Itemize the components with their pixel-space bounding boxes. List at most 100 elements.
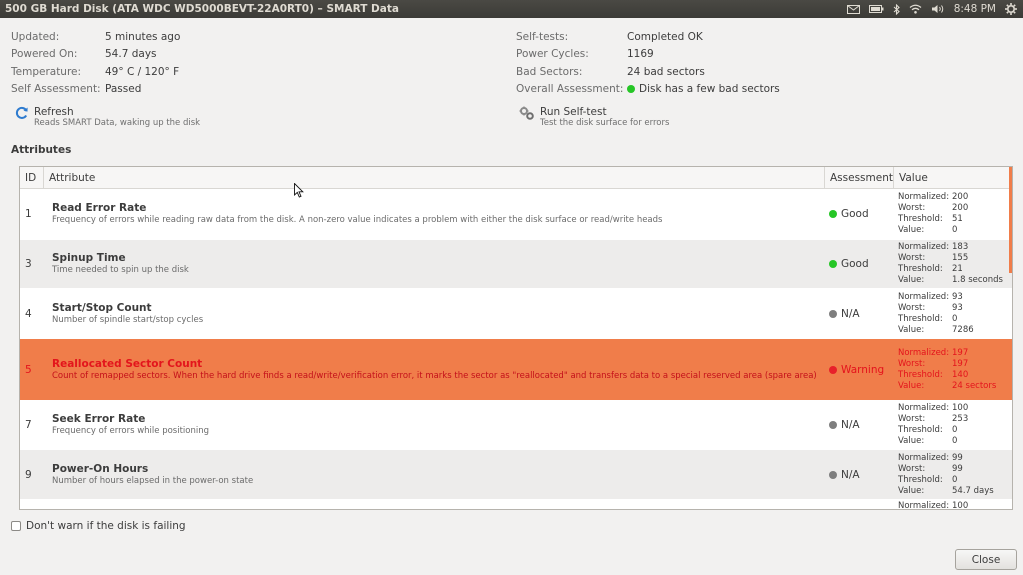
value-key: Normalized: [898,192,950,202]
table-row[interactable]: 1 Read Error Rate Frequency of errors whil… [20,189,1012,240]
cell-attribute: Read Error Rate Frequency of errors while… [44,189,825,239]
value-number: 140 [952,369,969,380]
cell-id: 9 [25,468,32,481]
summary-label: Temperature: [11,65,82,78]
status-dot-icon [829,470,837,479]
cell-value: Normalized: 99 Worst: 99 Threshold: 0 Value: 54… [894,450,1011,499]
column-header-attribute[interactable]: Attribute [44,167,825,188]
value-key: Worst: [898,414,926,424]
value-number: 0 [952,425,958,435]
summary-label: Overall Assessment: [516,83,624,96]
refresh-label: Refresh [34,106,74,118]
value-line-worst: Worst: 93 [898,303,963,314]
table-row[interactable]: 4 Start/Stop Count Number of spindle start… [20,289,1012,339]
attribute-description: Count of remapped sectors. When the hard… [52,370,817,381]
gear-icon[interactable] [1005,3,1017,15]
value-number: 0 [952,225,958,235]
volume-icon[interactable] [931,4,945,14]
status-dot-icon [829,421,837,429]
wifi-icon[interactable] [909,4,922,14]
table-row[interactable]: 7 Seek Error Rate Frequency of errors whil… [20,401,1012,450]
window-title-bar: 500 GB Hard Disk (ATA WDC WD5000BEVT-22A… [0,0,1023,18]
value-key: Worst: [898,463,926,474]
status-dot-icon [829,309,837,318]
value-key: Worst: [898,302,926,313]
cell-id: 4 [25,307,32,320]
value-line-normalized: Normalized: 200 [898,192,968,203]
value-number: 99 [952,452,963,463]
value-number: 197 [952,358,969,369]
attribute-name: Power-On Hours [52,462,149,475]
cell-attribute: Spinup Time Time needed to spin up the di… [44,240,825,288]
value-number: 1.8 seconds [952,275,1003,285]
column-header-assessment[interactable]: Assessment [825,167,894,188]
value-number: 99 [952,463,963,474]
battery-icon[interactable] [868,5,884,13]
summary-value: Passed [105,83,142,96]
value-line-value: Value: 0 [898,436,957,447]
summary-value: 5 minutes ago [105,30,181,43]
summary-label: Power Cycles: [516,48,589,61]
attribute-description: Frequency of errors while reading raw da… [52,215,663,225]
summary-row-temperature: Temperature: 49° C / 120° F [11,63,180,81]
value-number: 253 [952,414,969,424]
dont-warn-checkbox[interactable]: Don't warn if the disk is failing [11,520,186,532]
cell-value: Normalized: 100 Worst: 253 Threshold: 0 Value:… [894,401,1011,449]
value-line-threshold: Threshold: 21 [898,264,963,275]
column-header-value[interactable]: Value [894,167,1011,188]
value-key: Threshold: [898,264,943,274]
summary-row-power-cycles: Power Cycles: 1169 [516,46,780,64]
attribute-description: Number of hours elapsed in the power-on … [52,475,254,486]
mouse-pointer-icon [294,182,304,201]
value-key: Worst: [898,358,926,369]
assessment-text: N/A [841,419,860,431]
summary-value: 49° C / 120° F [105,65,180,78]
value-line-worst: Worst: 99 [898,464,963,475]
cell-id: 5 [25,363,32,376]
attributes-table[interactable]: ID Attribute Assessment Value 1 Read Erro… [19,166,1013,510]
value-number: 21 [952,264,963,274]
cell-assessment: Good [825,189,894,239]
refresh-icon [15,106,29,123]
value-key: Threshold: [898,313,943,324]
table-row[interactable]: 9 Power-On Hours Number of hours elapsed i… [20,450,1012,500]
window-title: 500 GB Hard Disk (ATA WDC WD5000BEVT-22A… [5,3,399,15]
table-row[interactable]: 5 Reallocated Sector Count Count of remapp… [20,339,1012,401]
value-key: Threshold: [898,369,943,380]
value-key: Threshold: [898,474,943,485]
column-header-id[interactable]: ID [20,167,44,188]
table-header: ID Attribute Assessment Value [20,167,1012,189]
cell-assessment: N/A [825,401,894,449]
run-self-test-description: Test the disk surface for errors [540,118,670,128]
cell-id: 7 [25,419,32,431]
attribute-description: Time needed to spin up the disk [52,265,189,275]
summary-row-bad-sectors: Bad Sectors: 24 bad sectors [516,63,780,81]
value-line-normalized: Normalized: 100 [898,501,968,510]
value-key: Normalized: [898,501,950,510]
summary-label: Self-tests: [516,30,569,43]
mail-icon[interactable] [846,4,860,14]
cell-assessment: Good [825,240,894,288]
table-row[interactable]: 3 Spinup Time Time needed to spin up the d… [20,240,1012,289]
value-number: 155 [952,253,969,263]
clock[interactable]: 8:48 PM [954,3,996,15]
value-number: 197 [952,347,969,358]
table-row[interactable]: Normalized: 100 [20,500,1012,510]
checkbox-box[interactable] [11,521,21,531]
run-self-test-button[interactable]: Run Self-test Test the disk surface for … [519,106,669,129]
cell-value: Normalized: 93 Worst: 93 Threshold: 0 Value: 72… [894,289,1011,338]
cell-attribute: Power-On Hours Number of hours elapsed in… [44,450,825,499]
gears-icon [519,106,535,124]
value-number: 24 sectors [952,380,997,391]
attribute-name: Spinup Time [52,252,126,264]
value-key: Normalized: [898,452,950,463]
close-button[interactable]: Close [955,549,1017,570]
bluetooth-icon[interactable] [893,3,900,15]
value-number: 0 [952,436,958,446]
attribute-name: Reallocated Sector Count [52,357,203,370]
scrollbar[interactable] [1009,167,1012,273]
refresh-button[interactable]: Refresh Reads SMART Data, waking up the … [15,106,200,129]
value-number: 54.7 days [952,485,994,496]
value-number: 7286 [952,324,974,335]
value-number: 183 [952,242,969,252]
